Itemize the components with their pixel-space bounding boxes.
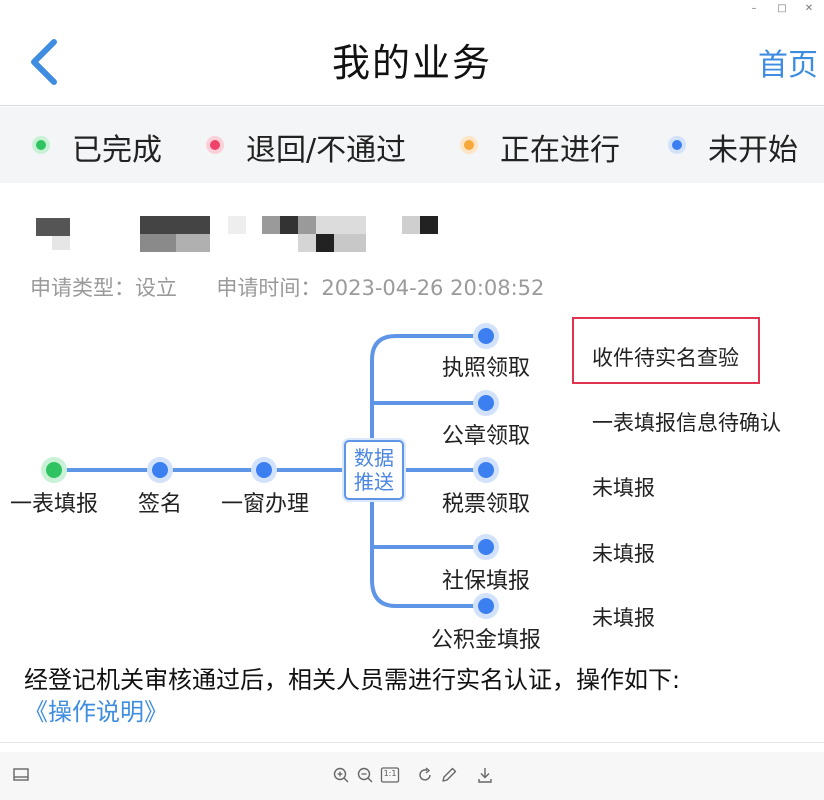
status-license: 收件待实名查验 (592, 346, 739, 370)
download-icon[interactable] (476, 766, 494, 784)
viewer-toolbar: 1:1 (0, 752, 824, 800)
green-dot-icon (32, 136, 50, 154)
branch-social-security: 社保填报 (441, 569, 530, 594)
home-link[interactable]: 首页 (758, 40, 818, 84)
application-time: 申请时间：2023-04-26 20:08:52 (216, 276, 545, 300)
sidebar-toggle-icon[interactable] (12, 766, 30, 784)
application-type: 申请类型：设立 (30, 276, 177, 300)
legend-label: 退回/不通过 (246, 133, 407, 168)
instruction-note: 经登记机关审核通过后，相关人员需进行实名认证，操作如下: 《操作说明》 (24, 664, 819, 728)
legend-label: 已完成 (72, 133, 162, 168)
maximize-button[interactable]: □ (774, 2, 790, 16)
blue-dot-icon (668, 136, 686, 154)
status-social-security: 未填报 (592, 542, 655, 566)
red-dot-icon (206, 136, 224, 154)
page-title: 我的业务 (331, 41, 492, 85)
status-invoice: 未填报 (592, 476, 655, 500)
branch-seal: 公章领取 (441, 424, 530, 449)
step-one-window: 一窗办理 (220, 492, 309, 517)
operation-guide-link[interactable]: 《操作说明》 (24, 698, 168, 726)
step-sign: 签名 (137, 492, 182, 517)
window-title-bar: – □ ✕ (0, 0, 824, 20)
status-legend: 已完成 退回/不通过 正在进行 未开始 (0, 107, 824, 183)
rotate-icon[interactable] (416, 766, 434, 784)
actual-size-label: 1:1 (383, 769, 397, 778)
navigation-bar: 我的业务 首页 (0, 20, 824, 106)
minimize-button[interactable]: – (746, 2, 762, 16)
legend-label: 未开始 (708, 133, 798, 168)
zoom-out-icon[interactable] (356, 766, 374, 784)
step-form-fill: 一表填报 (9, 492, 98, 517)
branch-invoice: 税票领取 (441, 492, 530, 517)
data-push-hub: 数据推送 (344, 440, 404, 500)
zoom-in-icon[interactable] (332, 766, 350, 784)
note-text: 经登记机关审核通过后，相关人员需进行实名认证，操作如下: (24, 666, 681, 694)
actual-size-button[interactable]: 1:1 (380, 766, 400, 784)
legend-label: 正在进行 (500, 133, 620, 168)
branch-housing-fund: 公积金填报 (430, 628, 541, 653)
redacted-company-name (0, 212, 824, 254)
status-housing-fund: 未填报 (592, 606, 655, 630)
close-window-button[interactable]: ✕ (801, 2, 817, 16)
orange-dot-icon (460, 136, 478, 154)
data-push-label: 数据推送 (354, 446, 394, 494)
pen-icon[interactable] (440, 766, 458, 784)
branch-license: 执照领取 (441, 356, 530, 381)
process-flow-diagram: 一表填报 签名 一窗办理 数据推送 执照领取 公章领取 税票领取 社保填报 公积… (0, 310, 824, 655)
status-seal: 一表填报信息待确认 (592, 411, 781, 435)
application-meta: 申请类型：设立 申请时间：2023-04-26 20:08:52 (30, 272, 544, 302)
divider (0, 742, 824, 743)
